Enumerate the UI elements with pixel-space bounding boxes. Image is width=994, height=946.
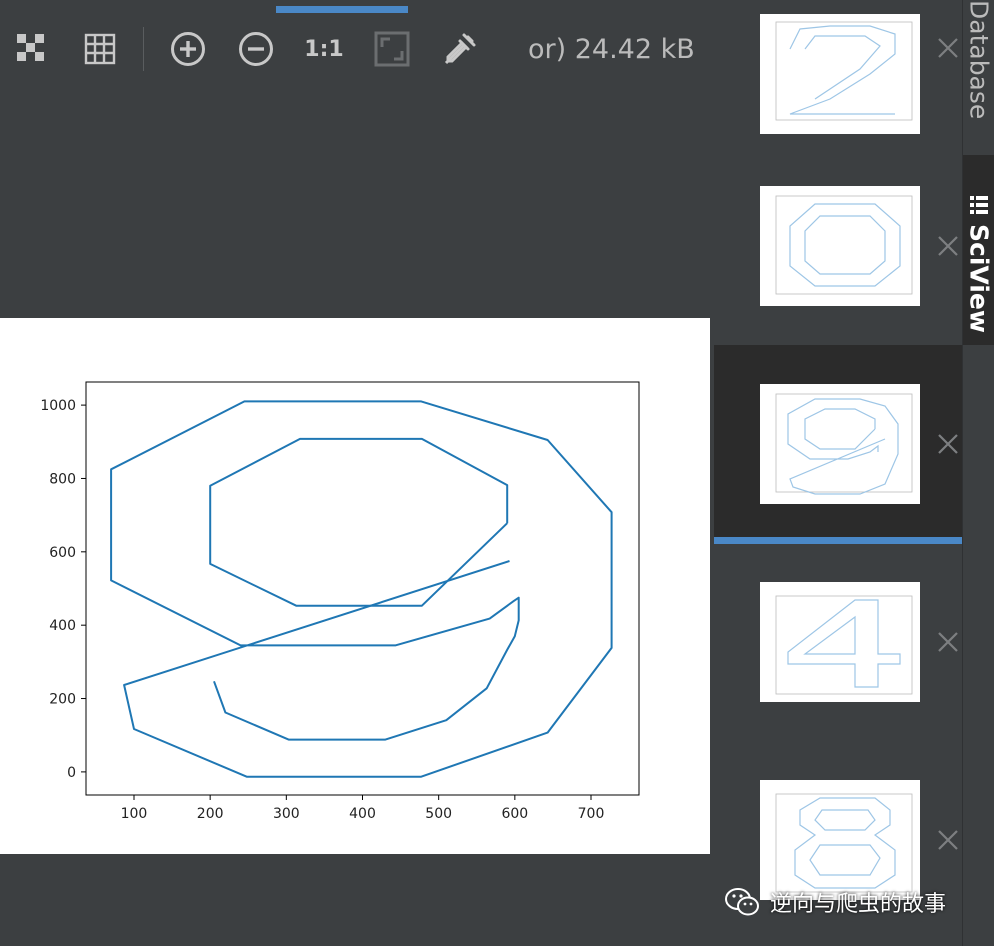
grid-button[interactable] [82,31,118,67]
x-tick-label: 300 [273,806,300,822]
image-toolbar: 1:1 or) 24.42 kB [0,13,714,85]
series-line-0 [110,400,613,778]
thumbnail-item[interactable] [714,0,962,140]
digit-2-thumbnail [775,21,913,121]
close-thumbnail-button[interactable] [936,234,960,258]
fit-to-window-button[interactable] [374,31,410,67]
toolbar-separator [143,27,144,71]
checkerboard-icon [17,34,44,61]
close-icon [938,830,958,850]
thumbnail-image[interactable] [760,384,920,504]
y-tick-label: 600 [49,545,76,561]
grid-icon [84,33,116,65]
sciview-icon [970,195,988,214]
digit-9-thumbnail [775,393,913,495]
fit-to-window-icon [374,31,410,67]
tab-sciview-label: SciView [964,223,994,333]
tab-sciview[interactable]: SciView [963,155,994,345]
y-tick-label: 800 [49,471,76,487]
tab-database-label: Database [964,0,994,120]
watermark: 逆向与爬虫的故事 [724,882,946,922]
thumbnail-item[interactable] [714,148,962,346]
y-tick-label: 1000 [40,398,76,414]
image-viewer[interactable]: 100 200 300 400 500 600 700 0 200 400 600 800 1000 [0,318,710,854]
x-tick-label: 400 [349,806,376,822]
y-tick-label: 200 [49,692,76,708]
checkerboard-button[interactable] [14,31,50,67]
thumbnail-image[interactable] [760,14,920,134]
series-line-1 [209,437,509,607]
plot-frame [85,381,640,796]
close-icon [938,434,958,454]
wechat-icon [725,888,759,916]
right-tool-window-bar: Database SciView [962,0,994,946]
zoom-out-button[interactable] [238,31,274,67]
thumbnail-image[interactable] [760,186,920,306]
close-icon [938,632,958,652]
x-tick-label: 700 [578,806,605,822]
close-thumbnail-button[interactable] [936,630,960,654]
x-tick-label: 100 [121,806,148,822]
zoom-in-button[interactable] [170,31,206,67]
actual-size-icon: 1:1 [304,36,344,62]
close-thumbnail-button[interactable] [936,828,960,852]
thumbnail-image[interactable] [760,582,920,702]
zoom-in-icon [171,32,205,66]
actual-size-button[interactable]: 1:1 [304,31,344,67]
digit-4-thumbnail [775,595,913,695]
digit-0-thumbnail [775,195,913,295]
close-thumbnail-button[interactable] [936,36,960,60]
close-icon [938,236,958,256]
x-tick-label: 600 [501,806,528,822]
color-picker-button[interactable] [442,31,478,67]
zoom-out-icon [239,32,273,66]
color-picker-icon [444,33,476,65]
close-icon [938,38,958,58]
image-info-text: or) 24.42 kB [528,34,695,65]
watermark-text: 逆向与爬虫的故事 [770,892,947,917]
active-tab-indicator [276,6,408,13]
tab-database[interactable]: Database [963,0,994,150]
line-chart: 100 200 300 400 500 600 700 0 200 400 600 800 1000 [40,381,640,822]
selected-thumbnail-indicator [714,537,962,544]
close-thumbnail-button[interactable] [936,432,960,456]
y-tick-label: 0 [67,765,76,781]
y-tick-label: 400 [49,618,76,634]
thumbnail-item[interactable] [714,544,962,742]
thumbnail-item-selected[interactable] [714,345,962,543]
x-tick-label: 500 [425,806,452,822]
thumbnail-strip[interactable] [714,0,962,946]
x-tick-label: 200 [197,806,224,822]
